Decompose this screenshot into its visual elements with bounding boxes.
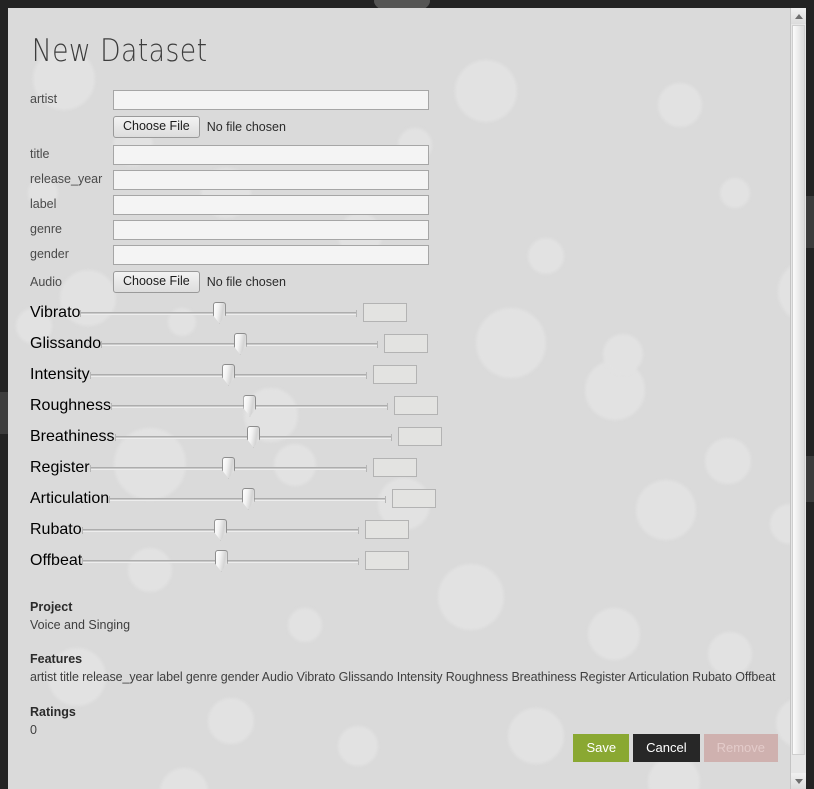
- slider-value-input[interactable]: [397, 427, 442, 446]
- project-block: Project Voice and Singing: [30, 598, 784, 634]
- slider-label: Articulation: [30, 489, 110, 507]
- slider-row: Roughness: [30, 390, 784, 421]
- slider-thumb[interactable]: [222, 363, 236, 386]
- slider-thumb[interactable]: [222, 456, 236, 479]
- screen: New Dataset artist Choose File No file cho…: [0, 0, 814, 789]
- input-genre[interactable]: [113, 219, 429, 240]
- slider-row: Glissando: [30, 328, 784, 359]
- slider-thumb[interactable]: [214, 518, 228, 541]
- slider-label: Register: [30, 458, 90, 476]
- vertical-scrollbar[interactable]: [790, 8, 806, 789]
- dataset-meta: Project Voice and Singing Features artis…: [30, 598, 784, 739]
- dialog-footer: Save Cancel Remove: [573, 734, 778, 762]
- file-status-text: No file chosen: [206, 120, 286, 134]
- slider-thumb[interactable]: [233, 332, 247, 355]
- slider-breathiness[interactable]: [114, 425, 392, 448]
- slider-value-input[interactable]: [384, 334, 429, 353]
- slider-label: Offbeat: [30, 551, 83, 569]
- slider-label: Intensity: [30, 365, 90, 383]
- slider-articulation[interactable]: [109, 487, 387, 510]
- slider-thumb[interactable]: [247, 425, 260, 448]
- frame-edge-right-highlight-lower: [806, 456, 814, 502]
- project-heading: Project: [30, 600, 73, 614]
- input-artist[interactable]: [113, 89, 429, 110]
- slider-thumb[interactable]: [243, 394, 257, 417]
- slider-vibrato[interactable]: [80, 301, 358, 324]
- form-row: release_year: [30, 167, 784, 192]
- frame-edge-right-highlight-upper: [806, 196, 814, 248]
- slider-label: Vibrato: [30, 303, 81, 321]
- features-block: Features artist title release_year label…: [30, 650, 784, 686]
- form-row: genre: [30, 217, 784, 242]
- file-status-text: No file chosen: [206, 275, 286, 289]
- slider-label: Rubato: [30, 520, 82, 538]
- frame-edge-left-highlight: [0, 392, 8, 434]
- slider-label: Glissando: [30, 334, 102, 352]
- scroll-down-button[interactable]: [791, 773, 806, 789]
- dataset-form: artist Choose File No file chosen title rele…: [30, 87, 784, 576]
- slider-value-input[interactable]: [372, 365, 417, 384]
- form-row: title: [30, 142, 784, 167]
- file-picker: Choose File No file chosen: [113, 271, 286, 293]
- slider-value-input[interactable]: [392, 489, 437, 508]
- slider-row: Register: [30, 452, 784, 483]
- form-row: artist: [30, 87, 784, 112]
- slider-row: Intensity: [30, 359, 784, 390]
- slider-value-input[interactable]: [372, 458, 417, 477]
- form-row: gender: [30, 242, 784, 267]
- choose-file-button[interactable]: Choose File: [113, 116, 200, 138]
- input-label[interactable]: [113, 194, 429, 215]
- scrollbar-thumb[interactable]: [792, 25, 805, 755]
- slider-glissando[interactable]: [101, 332, 379, 355]
- input-release_year[interactable]: [113, 169, 429, 190]
- remove-button[interactable]: Remove: [703, 734, 778, 762]
- slider-register[interactable]: [89, 456, 367, 479]
- slider-intensity[interactable]: [89, 363, 367, 386]
- slider-thumb[interactable]: [241, 487, 255, 510]
- field-label: title: [30, 147, 50, 162]
- slider-roughness[interactable]: [110, 394, 388, 417]
- slider-thumb[interactable]: [212, 301, 226, 324]
- ratings-heading: Ratings: [30, 704, 76, 719]
- scroll-up-button[interactable]: [791, 8, 806, 24]
- cancel-button[interactable]: Cancel: [633, 734, 700, 762]
- slider-label: Breathiness: [30, 427, 115, 445]
- project-value: Voice and Singing: [30, 618, 131, 633]
- form-row: Audio Choose File No file chosen: [30, 267, 784, 297]
- slider-value-input[interactable]: [364, 520, 409, 539]
- slider-row: Rubato: [30, 514, 784, 545]
- field-label: genre: [30, 222, 62, 237]
- slider-value-input[interactable]: [365, 551, 410, 570]
- slider-value-input[interactable]: [363, 303, 408, 322]
- input-gender[interactable]: [113, 244, 429, 265]
- new-dataset-dialog: New Dataset artist Choose File No file cho…: [8, 8, 806, 789]
- slider-thumb[interactable]: [214, 549, 228, 572]
- slider-row: Offbeat: [30, 545, 784, 576]
- slider-row: Breathiness: [30, 421, 784, 452]
- field-label: label: [30, 197, 57, 212]
- field-label: gender: [30, 247, 69, 262]
- chevron-up-icon: [794, 13, 803, 19]
- slider-rubato[interactable]: [81, 518, 359, 541]
- features-value: artist title release_year label genre ge…: [30, 670, 776, 685]
- file-picker: Choose File No file chosen: [113, 116, 286, 138]
- field-label: artist: [30, 92, 58, 107]
- slider-row: Articulation: [30, 483, 784, 514]
- features-heading: Features: [30, 652, 83, 667]
- chevron-down-icon: [794, 778, 803, 784]
- input-title[interactable]: [113, 144, 429, 165]
- form-row: Choose File No file chosen: [30, 112, 784, 142]
- field-label: release_year: [30, 172, 103, 187]
- slider-value-input[interactable]: [393, 396, 438, 415]
- slider-row: Vibrato: [30, 297, 784, 328]
- form-row: label: [30, 192, 784, 217]
- slider-offbeat[interactable]: [82, 549, 360, 572]
- save-button[interactable]: Save: [573, 734, 630, 762]
- slider-label: Roughness: [30, 396, 111, 414]
- dialog-content: New Dataset artist Choose File No file cho…: [8, 8, 806, 789]
- page-title: New Dataset: [31, 33, 208, 69]
- field-label: Audio: [30, 274, 62, 289]
- choose-file-button[interactable]: Choose File: [113, 271, 200, 293]
